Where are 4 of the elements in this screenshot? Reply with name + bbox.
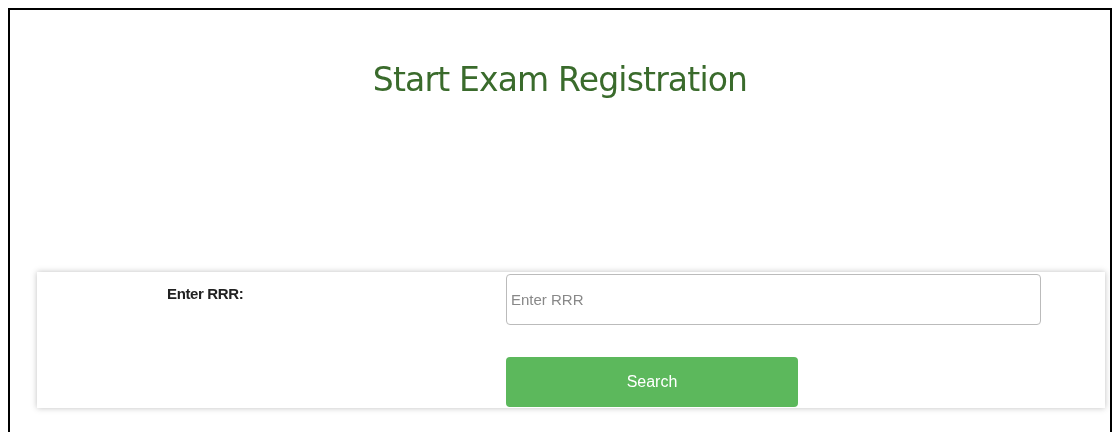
search-button[interactable]: Search bbox=[506, 357, 798, 407]
page-title: Start Exam Registration bbox=[372, 59, 748, 101]
field-label: Enter RRR: bbox=[167, 285, 244, 302]
rrr-input-field[interactable]: Enter RRR bbox=[506, 274, 1041, 325]
